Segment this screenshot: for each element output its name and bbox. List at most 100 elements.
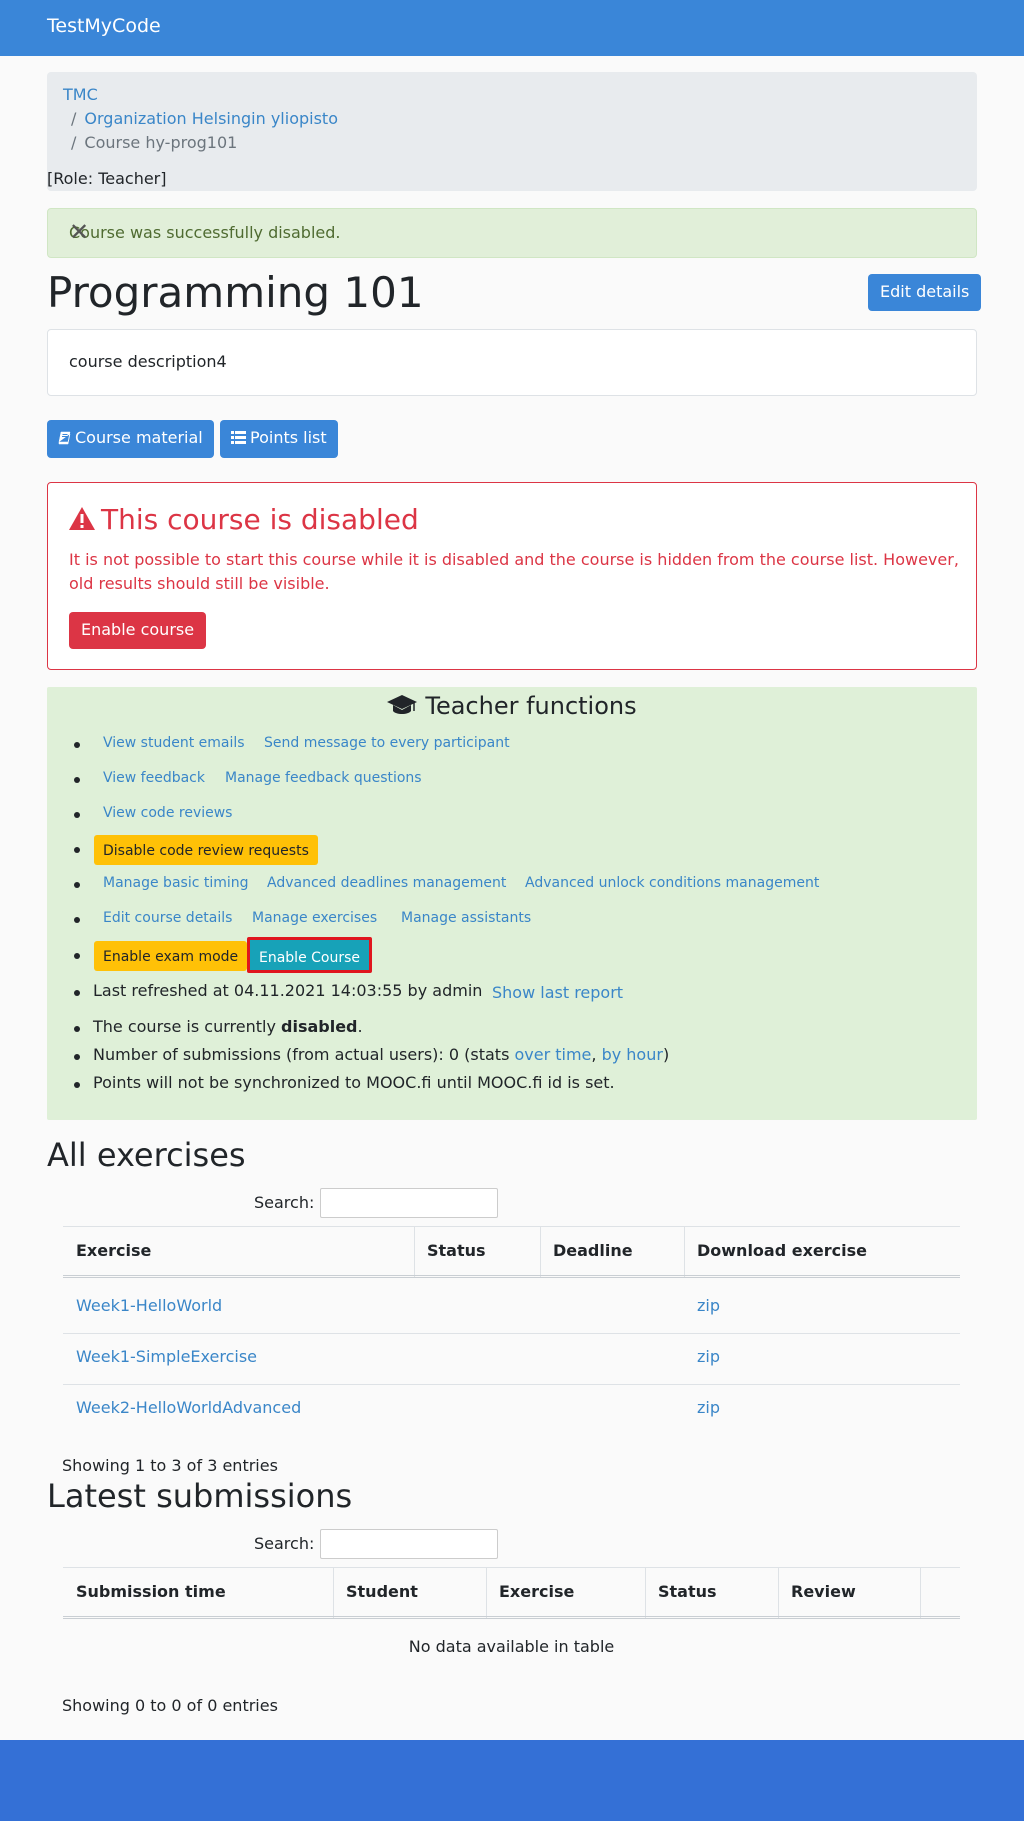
all-exercises-heading: All exercises — [47, 1136, 246, 1174]
breadcrumb: TMC / Organization Helsingin yliopisto / C… — [47, 72, 977, 191]
table-top-border — [63, 1226, 960, 1227]
bullet — [74, 990, 80, 996]
column-deadline[interactable]: Deadline — [553, 1241, 633, 1260]
column-submission-time[interactable]: Submission time — [76, 1582, 226, 1601]
exercise-link-week1-simpleexercise[interactable]: Week1-SimpleExercise — [76, 1347, 257, 1366]
disabled-title: This course is disabled — [101, 503, 419, 536]
edit-course-details-link[interactable]: Edit course details — [103, 910, 232, 926]
points-list-label: Points list — [250, 428, 327, 447]
view-code-reviews-link[interactable]: View code reviews — [103, 805, 232, 821]
status-value: disabled — [281, 1017, 358, 1036]
bullet — [74, 953, 80, 959]
submissions-suffix: ) — [662, 1045, 670, 1064]
close-icon[interactable]: ✕ — [69, 218, 956, 246]
exercise-link-week1-helloworld[interactable]: Week1-HelloWorld — [76, 1296, 222, 1315]
manage-assistants-link[interactable]: Manage assistants — [401, 910, 531, 926]
status-suffix: . — [357, 1017, 363, 1036]
teacher-functions-heading: Teacher functions — [47, 692, 977, 720]
page-footer — [0, 1740, 1024, 1821]
role-label: [Role: Teacher] — [47, 169, 167, 188]
bullet — [74, 1026, 80, 1032]
advanced-deadlines-link[interactable]: Advanced deadlines management — [267, 875, 506, 891]
stats-comma: , — [591, 1045, 602, 1064]
edit-details-button[interactable]: Edit details — [868, 274, 982, 311]
enable-course-button[interactable]: Enable course — [69, 612, 207, 649]
show-last-report-link[interactable]: Show last report — [492, 983, 623, 1002]
empty-table-message: No data available in table — [408, 1637, 615, 1656]
table-top-border — [63, 1567, 960, 1568]
brand-link[interactable]: TestMyCode — [47, 15, 161, 37]
submissions-search-label: Search: — [254, 1534, 315, 1553]
exercise-link-week2-helloworldadvanced[interactable]: Week2-HelloWorldAdvanced — [76, 1398, 301, 1417]
bullet — [74, 1054, 80, 1060]
latest-submissions-heading: Latest submissions — [47, 1477, 353, 1515]
exercises-search-label: Search: — [254, 1193, 315, 1212]
submissions-search-input[interactable] — [320, 1529, 498, 1559]
row-divider — [63, 1333, 960, 1334]
bullet — [74, 777, 80, 783]
teacher-functions-panel: Teacher functions View student emails Se… — [47, 687, 977, 1120]
column-divider — [684, 1226, 685, 1278]
page-title: Programming 101 — [47, 268, 424, 317]
points-list-button[interactable]: Points list — [220, 420, 338, 458]
breadcrumb-separator: / — [71, 109, 77, 128]
column-divider — [414, 1226, 415, 1278]
manage-feedback-questions-link[interactable]: Manage feedback questions — [225, 770, 422, 786]
column-divider — [778, 1567, 779, 1619]
breadcrumb-tmc[interactable]: TMC — [63, 85, 98, 104]
disabled-text: It is not possible to start this course … — [69, 550, 959, 593]
table-header-border — [63, 1616, 960, 1619]
table-header-border — [63, 1275, 960, 1278]
breadcrumb-organization[interactable]: Organization Helsingin yliopisto — [84, 109, 338, 128]
send-message-link[interactable]: Send message to every participant — [264, 735, 510, 751]
column-divider — [333, 1567, 334, 1619]
course-material-button[interactable]: Course material — [47, 420, 214, 458]
warning-triangle-icon — [69, 507, 95, 530]
stats-by-hour-link[interactable]: by hour — [602, 1045, 663, 1064]
column-review[interactable]: Review — [791, 1582, 856, 1601]
breadcrumb-course: Course hy-prog101 — [84, 133, 238, 152]
enable-exam-mode-button[interactable]: Enable exam mode — [94, 941, 248, 971]
breadcrumb-item-course: / Course hy-prog101 — [63, 133, 237, 152]
download-zip-link[interactable]: zip — [697, 1398, 720, 1417]
column-status[interactable]: Status — [427, 1241, 486, 1260]
column-exercise[interactable]: Exercise — [499, 1582, 574, 1601]
teacher-functions-title: Teacher functions — [425, 692, 637, 720]
bullet — [74, 742, 80, 748]
column-status[interactable]: Status — [658, 1582, 717, 1601]
row-divider — [63, 1384, 960, 1385]
exercises-search-input[interactable] — [320, 1188, 498, 1218]
enable-course-teacher-button[interactable]: Enable Course — [247, 937, 373, 973]
download-zip-link[interactable]: zip — [697, 1347, 720, 1366]
advanced-unlock-conditions-link[interactable]: Advanced unlock conditions management — [525, 875, 819, 891]
status-prefix: The course is currently — [93, 1017, 281, 1036]
manage-basic-timing-link[interactable]: Manage basic timing — [103, 875, 249, 891]
column-divider — [645, 1567, 646, 1619]
submissions-table-info: Showing 0 to 0 of 0 entries — [62, 1696, 278, 1715]
column-divider — [920, 1567, 921, 1619]
mooc-note: Points will not be synchronized to MOOC.… — [93, 1073, 615, 1092]
column-exercise[interactable]: Exercise — [76, 1241, 151, 1260]
graduation-cap-icon — [387, 695, 418, 714]
breadcrumb-item-organization: / Organization Helsingin yliopisto — [63, 109, 338, 128]
list-icon — [231, 431, 246, 444]
view-feedback-link[interactable]: View feedback — [103, 770, 205, 786]
course-description-card: course description4 — [47, 329, 977, 396]
submissions-prefix: Number of submissions (from actual users… — [93, 1045, 515, 1064]
bullet — [74, 917, 80, 923]
bullet — [74, 812, 80, 818]
bullet — [74, 882, 80, 888]
column-download[interactable]: Download exercise — [697, 1241, 867, 1260]
column-divider — [486, 1567, 487, 1619]
download-zip-link[interactable]: zip — [697, 1296, 720, 1315]
stats-over-time-link[interactable]: over time — [514, 1045, 591, 1064]
disable-code-review-button[interactable]: Disable code review requests — [94, 835, 318, 865]
success-alert: Course was successfully disabled. ✕ — [47, 208, 977, 258]
column-student[interactable]: Student — [346, 1582, 418, 1601]
view-student-emails-link[interactable]: View student emails — [103, 735, 245, 751]
bullet — [74, 1082, 80, 1088]
manage-exercises-link[interactable]: Manage exercises — [252, 910, 377, 926]
course-disabled-alert: This course is disabled It is not possib… — [47, 482, 977, 670]
course-material-label: Course material — [75, 428, 203, 447]
last-refreshed-text: Last refreshed at 04.11.2021 14:03:55 by… — [93, 981, 483, 1000]
